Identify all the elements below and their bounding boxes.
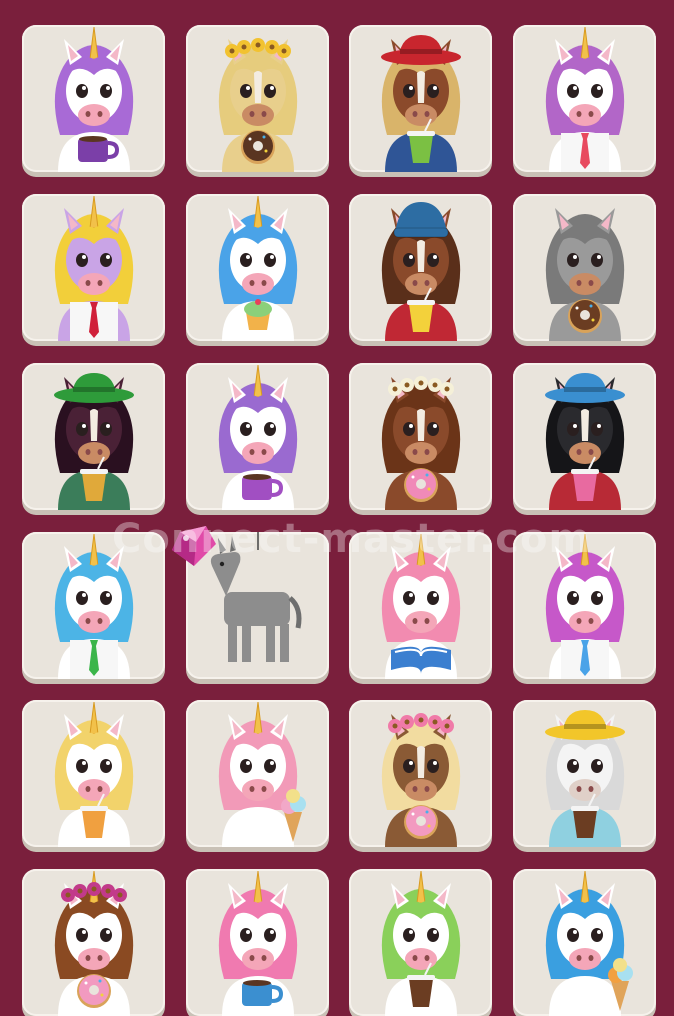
tile-pink-unicorn-blue-mug-art bbox=[218, 870, 298, 1016]
horn-icon bbox=[253, 701, 263, 735]
hat-icon bbox=[54, 373, 134, 403]
pink-gem-icon bbox=[166, 522, 220, 568]
hat-icon bbox=[381, 35, 461, 65]
beanie-icon bbox=[393, 202, 449, 238]
tie-icon bbox=[70, 302, 118, 341]
donut-icon bbox=[241, 130, 275, 164]
tile-horse-daisy-donut[interactable] bbox=[349, 363, 492, 510]
tie-icon bbox=[70, 640, 118, 679]
tile-lilac-unicorn-red-tie-art bbox=[54, 195, 134, 341]
horn-icon bbox=[253, 870, 263, 904]
tile-white-unicorn-rainbow-tie[interactable] bbox=[513, 25, 656, 172]
game-board bbox=[0, 0, 674, 1016]
tile-blonde-unicorn-rainbow-cup-art bbox=[54, 701, 134, 847]
tile-black-horse-blue-hat[interactable] bbox=[513, 363, 656, 510]
horn-icon bbox=[416, 533, 426, 567]
tile-white-horse-yellow-hat-art bbox=[545, 710, 625, 847]
tile-blue-unicorn-ice-cream[interactable] bbox=[513, 869, 656, 1016]
donut-icon bbox=[77, 974, 111, 1008]
tile-purple-unicorn-coffee-art bbox=[54, 26, 134, 172]
horn-icon bbox=[89, 533, 99, 567]
tile-blue-unicorn-cupcake-art bbox=[218, 195, 298, 341]
tile-pastel-unicorn-ice-cream[interactable] bbox=[186, 700, 329, 847]
tile-horse-sunflower-donut-art bbox=[218, 38, 298, 172]
tile-rainbow-unicorn-coffee-art bbox=[381, 870, 461, 1016]
tile-pink-mane-unicorn-blue-tie-art bbox=[545, 533, 625, 679]
tile-blonde-horse-flower-donut-art bbox=[381, 713, 461, 847]
tile-pink-unicorn-blue-mug[interactable] bbox=[186, 869, 329, 1016]
donut-icon bbox=[404, 468, 438, 502]
tile-rainbow-unicorn-coffee[interactable] bbox=[349, 869, 492, 1016]
tile-horse-red-hat-drink-art bbox=[381, 35, 461, 172]
hat-icon bbox=[545, 710, 625, 740]
tile-blue-unicorn-cupcake[interactable] bbox=[186, 194, 329, 341]
horn-icon bbox=[416, 870, 426, 904]
unicorn-icon bbox=[545, 870, 625, 1016]
tile-lilac-unicorn-red-tie[interactable] bbox=[22, 194, 165, 341]
tile-rainbow-unicorn-book[interactable] bbox=[349, 532, 492, 679]
pinata-icon bbox=[210, 532, 302, 662]
horn-icon bbox=[89, 26, 99, 60]
tile-pastel-unicorn-ice-cream-art bbox=[218, 701, 306, 847]
tile-horse-red-hat-drink[interactable] bbox=[349, 25, 492, 172]
tile-white-unicorn-purple-mug-art bbox=[218, 364, 298, 510]
tile-brown-mane-unicorn-donut[interactable] bbox=[22, 869, 165, 1016]
tile-horse-sunflower-donut[interactable] bbox=[186, 25, 329, 172]
tile-blonde-horse-flower-donut[interactable] bbox=[349, 700, 492, 847]
horn-icon bbox=[89, 701, 99, 735]
horn-icon bbox=[580, 26, 590, 60]
tile-horse-beanie-scarf-art bbox=[381, 202, 461, 341]
horn-icon bbox=[580, 533, 590, 567]
tile-black-horse-blue-hat-art bbox=[545, 373, 625, 510]
tile-blue-unicorn-green-tie[interactable] bbox=[22, 532, 165, 679]
hat-icon bbox=[545, 373, 625, 403]
tile-dark-horse-green-hat-art bbox=[54, 373, 134, 510]
tile-pink-mane-unicorn-blue-tie[interactable] bbox=[513, 532, 656, 679]
tile-purple-unicorn-coffee[interactable] bbox=[22, 25, 165, 172]
tie-icon bbox=[561, 133, 609, 172]
tile-blue-unicorn-ice-cream-art bbox=[545, 870, 633, 1016]
donut-icon bbox=[404, 805, 438, 839]
horn-icon bbox=[253, 364, 263, 398]
horn-icon bbox=[580, 870, 590, 904]
tile-horse-beanie-scarf[interactable] bbox=[349, 194, 492, 341]
tile-gray-horse-donut[interactable] bbox=[513, 194, 656, 341]
tile-dark-horse-green-hat[interactable] bbox=[22, 363, 165, 510]
tile-white-unicorn-rainbow-tie-art bbox=[545, 26, 625, 172]
donut-icon bbox=[568, 299, 602, 333]
tile-rainbow-unicorn-book-art bbox=[381, 533, 461, 679]
tile-white-unicorn-purple-mug[interactable] bbox=[186, 363, 329, 510]
horn-icon bbox=[253, 195, 263, 229]
tile-white-horse-yellow-hat[interactable] bbox=[513, 700, 656, 847]
tile-blonde-unicorn-rainbow-cup[interactable] bbox=[22, 700, 165, 847]
tie-icon bbox=[561, 640, 609, 679]
tile-brown-mane-unicorn-donut-art bbox=[54, 870, 134, 1016]
horn-icon bbox=[89, 195, 99, 229]
tile-gray-horse-donut-art bbox=[545, 208, 625, 341]
tile-horse-daisy-donut-art bbox=[381, 376, 461, 510]
tile-blue-unicorn-green-tie-art bbox=[54, 533, 134, 679]
unicorn-icon bbox=[218, 701, 298, 847]
